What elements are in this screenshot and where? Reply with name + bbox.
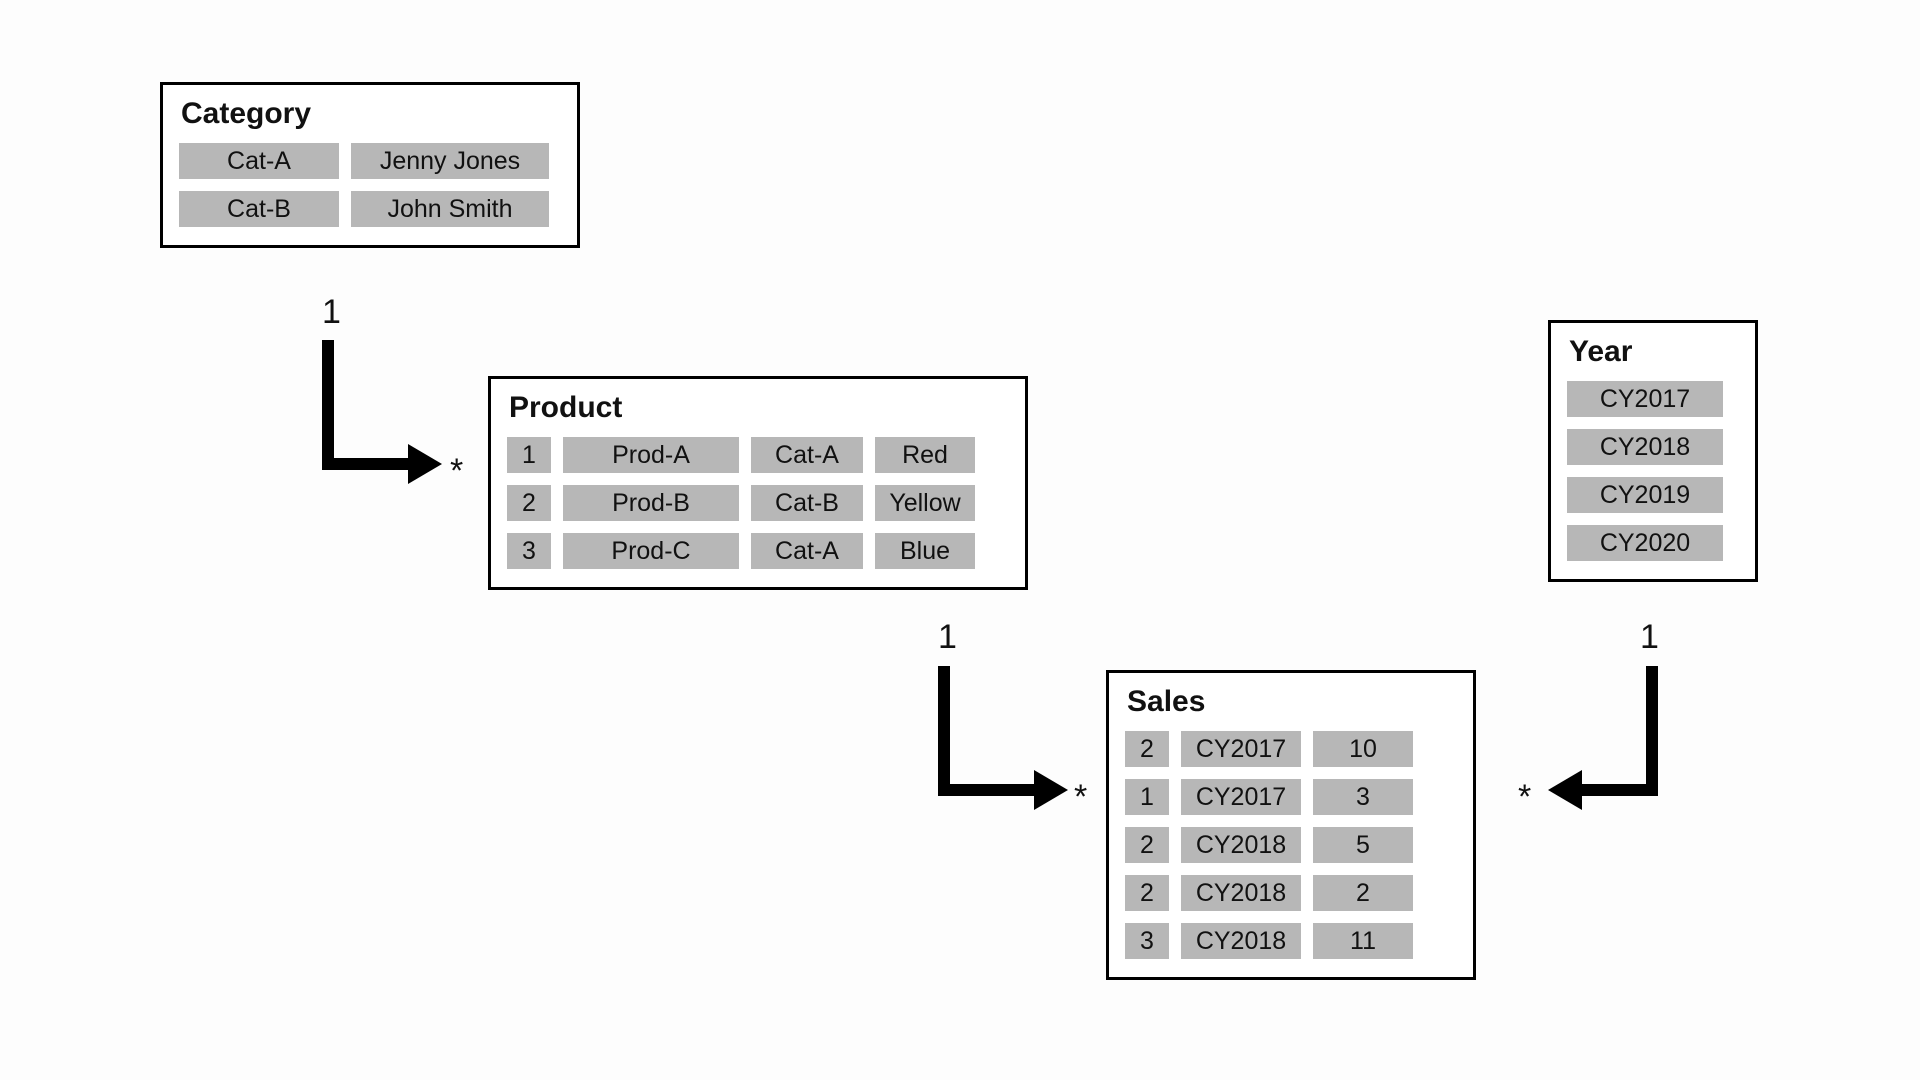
cell: CY2017 bbox=[1181, 731, 1301, 767]
cell: CY2018 bbox=[1181, 827, 1301, 863]
cell: 11 bbox=[1313, 923, 1413, 959]
table-row: Cat-A Jenny Jones bbox=[179, 143, 561, 179]
cell: 10 bbox=[1313, 731, 1413, 767]
entity-product: Product 1 Prod-A Cat-A Red 2 Prod-B Cat-… bbox=[488, 376, 1028, 590]
cell: Prod-A bbox=[563, 437, 739, 473]
entity-category: Category Cat-A Jenny Jones Cat-B John Sm… bbox=[160, 82, 580, 248]
cell: 2 bbox=[1125, 731, 1169, 767]
table-row: 1 CY2017 3 bbox=[1125, 779, 1457, 815]
cardinality-label: * bbox=[1074, 778, 1087, 817]
entity-category-title: Category bbox=[181, 97, 561, 131]
cardinality-label: 1 bbox=[322, 293, 341, 332]
relation-arrow-year-sales bbox=[1548, 666, 1658, 796]
cell: 2 bbox=[1125, 827, 1169, 863]
table-row: CY2020 bbox=[1567, 525, 1739, 561]
entity-sales: Sales 2 CY2017 10 1 CY2017 3 2 CY2018 5 … bbox=[1106, 670, 1476, 980]
entity-product-title: Product bbox=[509, 391, 1009, 425]
cell: 1 bbox=[507, 437, 551, 473]
cell: CY2019 bbox=[1567, 477, 1723, 513]
cell: CY2018 bbox=[1181, 875, 1301, 911]
relation-arrow-product-sales bbox=[938, 666, 1068, 796]
cell: CY2018 bbox=[1567, 429, 1723, 465]
table-row: 3 Prod-C Cat-A Blue bbox=[507, 533, 1009, 569]
cell: 1 bbox=[1125, 779, 1169, 815]
entity-year: Year CY2017 CY2018 CY2019 CY2020 bbox=[1548, 320, 1758, 582]
cell: CY2017 bbox=[1567, 381, 1723, 417]
table-row: 2 CY2018 5 bbox=[1125, 827, 1457, 863]
cell: Cat-A bbox=[751, 437, 863, 473]
cell: Blue bbox=[875, 533, 975, 569]
cardinality-label: 1 bbox=[938, 618, 957, 657]
table-row: 3 CY2018 11 bbox=[1125, 923, 1457, 959]
cell: CY2020 bbox=[1567, 525, 1723, 561]
diagram-stage: Category Cat-A Jenny Jones Cat-B John Sm… bbox=[0, 0, 1920, 1080]
cell: 3 bbox=[1125, 923, 1169, 959]
cell: Cat-B bbox=[751, 485, 863, 521]
table-row: CY2019 bbox=[1567, 477, 1739, 513]
cell: Prod-C bbox=[563, 533, 739, 569]
cell: John Smith bbox=[351, 191, 549, 227]
table-row: 2 CY2017 10 bbox=[1125, 731, 1457, 767]
cell: Prod-B bbox=[563, 485, 739, 521]
cell: 2 bbox=[1313, 875, 1413, 911]
relation-arrow-category-product bbox=[322, 340, 442, 470]
table-row: CY2017 bbox=[1567, 381, 1739, 417]
cardinality-label: * bbox=[450, 452, 463, 491]
entity-year-title: Year bbox=[1569, 335, 1739, 369]
cell: 3 bbox=[1313, 779, 1413, 815]
cell: Yellow bbox=[875, 485, 975, 521]
table-row: 1 Prod-A Cat-A Red bbox=[507, 437, 1009, 473]
table-row: Cat-B John Smith bbox=[179, 191, 561, 227]
cardinality-label: * bbox=[1518, 778, 1531, 817]
cell: 3 bbox=[507, 533, 551, 569]
table-row: 2 CY2018 2 bbox=[1125, 875, 1457, 911]
cell: 2 bbox=[507, 485, 551, 521]
cardinality-label: 1 bbox=[1640, 618, 1659, 657]
cell: Cat-A bbox=[751, 533, 863, 569]
cell: CY2017 bbox=[1181, 779, 1301, 815]
entity-sales-title: Sales bbox=[1127, 685, 1457, 719]
cell: Cat-B bbox=[179, 191, 339, 227]
table-row: CY2018 bbox=[1567, 429, 1739, 465]
cell: Cat-A bbox=[179, 143, 339, 179]
cell: 5 bbox=[1313, 827, 1413, 863]
cell: Red bbox=[875, 437, 975, 473]
table-row: 2 Prod-B Cat-B Yellow bbox=[507, 485, 1009, 521]
cell: 2 bbox=[1125, 875, 1169, 911]
cell: Jenny Jones bbox=[351, 143, 549, 179]
cell: CY2018 bbox=[1181, 923, 1301, 959]
